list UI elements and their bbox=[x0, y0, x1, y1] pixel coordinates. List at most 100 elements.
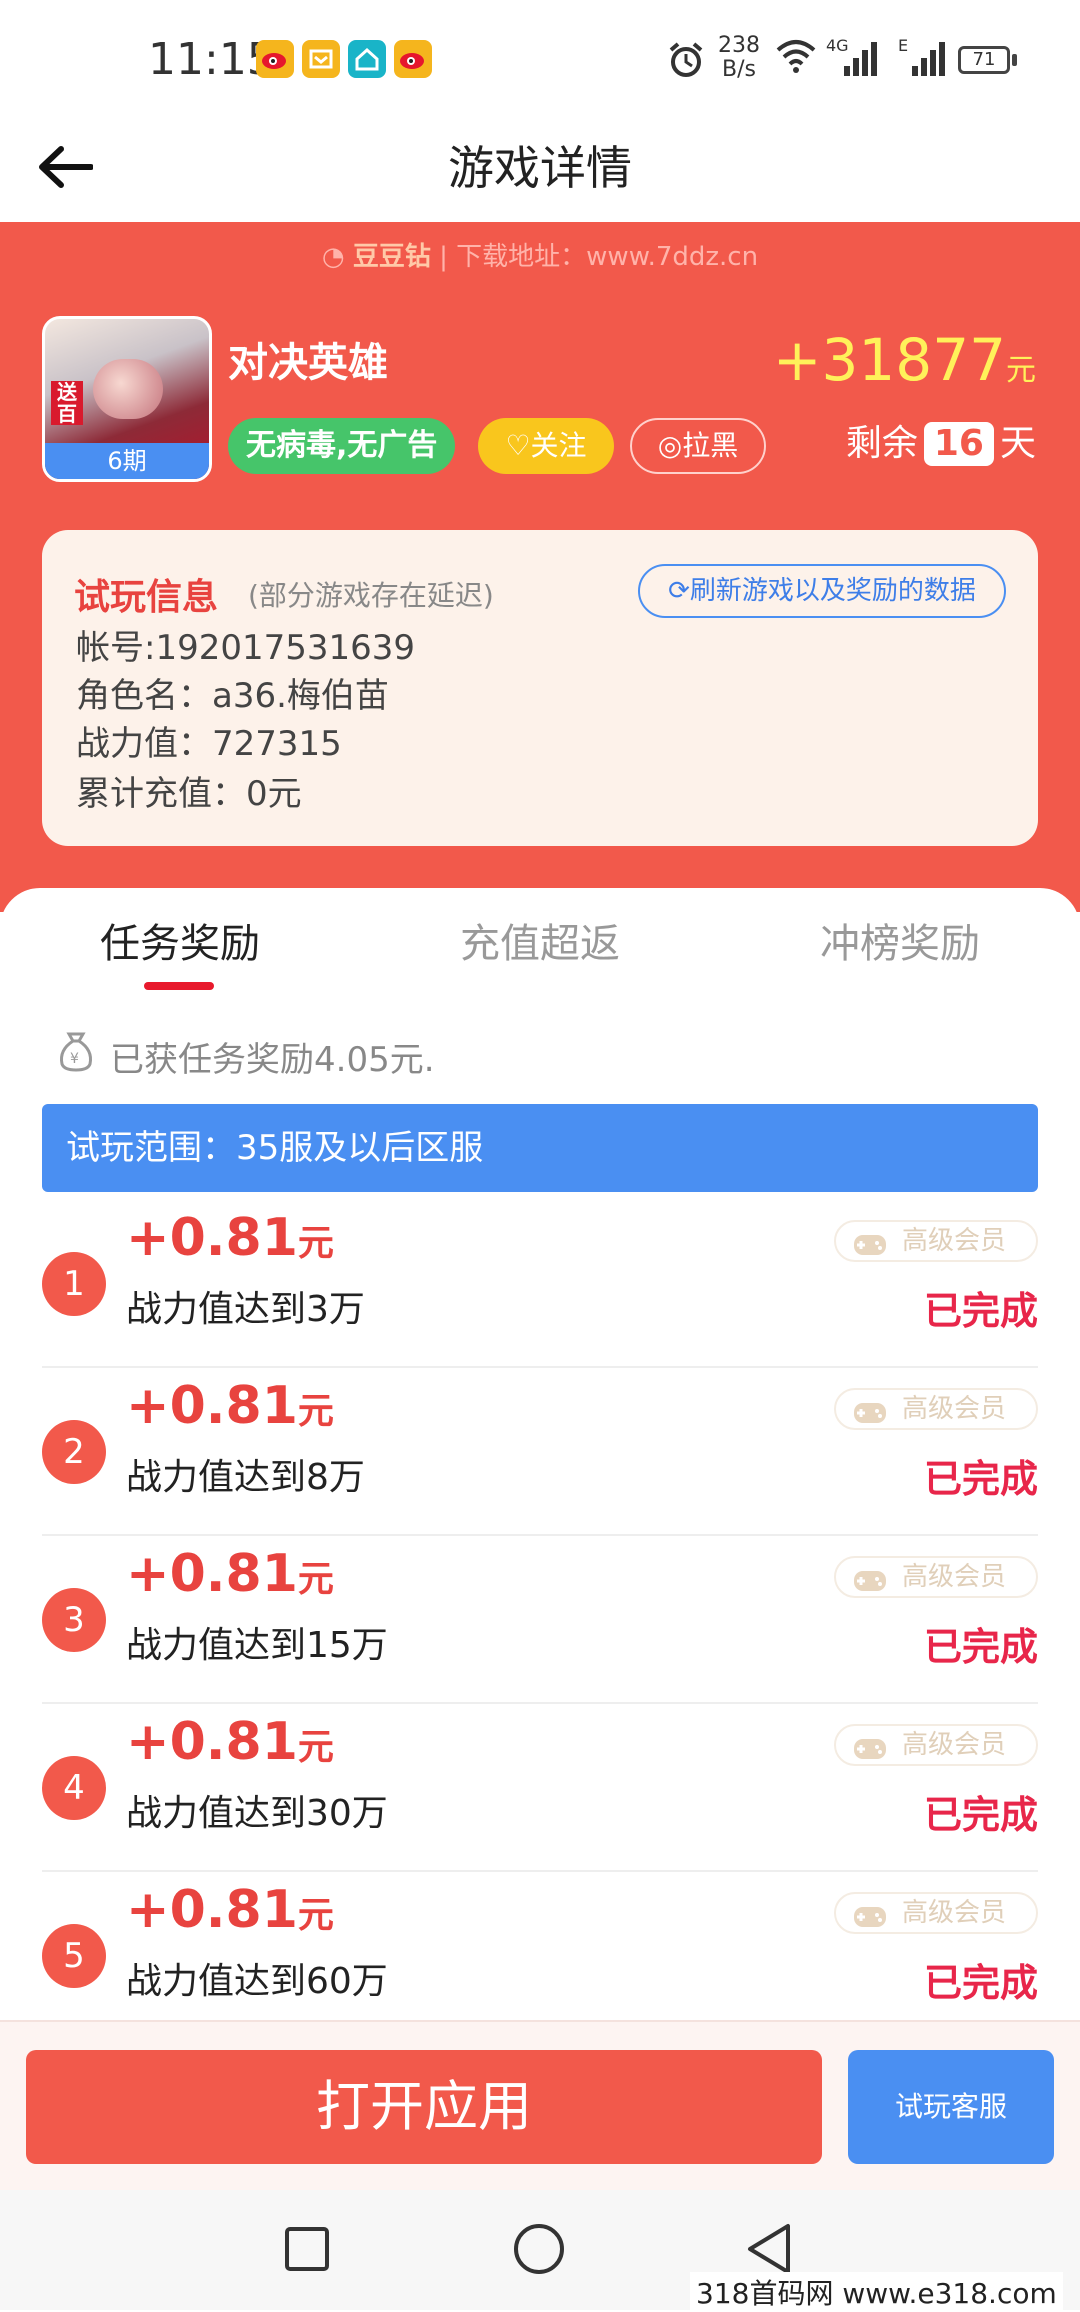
task-amount-unit: 元 bbox=[297, 1559, 334, 1600]
trial-info-note: (部分游戏存在延迟) bbox=[248, 579, 494, 612]
recents-button[interactable] bbox=[284, 2226, 330, 2276]
vip-badge: 高级会员 bbox=[834, 1388, 1038, 1430]
open-app-button[interactable]: 打开应用 bbox=[26, 2050, 822, 2164]
task-number: 3 bbox=[42, 1588, 106, 1652]
task-amount: +0.81元 bbox=[126, 1712, 334, 1772]
eye-off-icon: ◎ bbox=[657, 429, 683, 462]
trial-info-title: 试玩信息 bbox=[74, 577, 219, 618]
task-description: 战力值达到3万 bbox=[126, 1289, 365, 1330]
task-row: 1 +0.81元 战力值达到3万 高级会员 已完成 bbox=[42, 1200, 1038, 1368]
net-speed-value: 238 bbox=[718, 33, 760, 58]
task-amount: +0.81元 bbox=[126, 1376, 334, 1436]
wifi-icon bbox=[776, 38, 816, 78]
game-icon-art bbox=[93, 359, 163, 419]
task-row: 5 +0.81元 战力值达到60万 高级会员 已完成 bbox=[42, 1872, 1038, 2040]
site-watermark: 318首码网 www.e318.com bbox=[690, 2272, 1063, 2312]
safe-tag: 无病毒,无广告 bbox=[228, 418, 456, 474]
total-reward-amount: +31877 bbox=[772, 326, 1006, 394]
days-remaining: 剩余 16 天 bbox=[760, 416, 1036, 472]
brand-banner: ◔ 豆豆钻 | 下载地址：www.7ddz.cn bbox=[0, 236, 1080, 273]
battery-tip bbox=[1012, 54, 1017, 66]
vip-badge-label: 高级会员 bbox=[902, 1730, 1007, 1760]
total-reward-unit: 元 bbox=[1006, 353, 1036, 388]
weibo-notification-icon-2 bbox=[394, 40, 432, 78]
total-reward: +31877元 bbox=[700, 326, 1036, 394]
task-amount-value: +0.81 bbox=[126, 1544, 298, 1604]
vip-badge: 高级会员 bbox=[834, 1892, 1038, 1934]
game-name: 对决英雄 bbox=[228, 340, 388, 386]
net-speed-unit: B/s bbox=[722, 57, 756, 82]
task-description: 战力值达到8万 bbox=[126, 1457, 365, 1498]
power-line: 战力值：727315 bbox=[76, 724, 342, 764]
trial-scope-bar: 试玩范围：35服及以后区服 bbox=[42, 1104, 1038, 1192]
wallet-notification-icon bbox=[302, 40, 340, 78]
signal-4g-icon: 4G bbox=[826, 36, 882, 84]
signal-e-icon: E bbox=[898, 36, 954, 84]
money-bag-icon: ¥ bbox=[56, 1030, 96, 1076]
task-amount-value: +0.81 bbox=[126, 1712, 298, 1772]
vip-badge: 高级会员 bbox=[834, 1724, 1038, 1766]
task-amount-value: +0.81 bbox=[126, 1880, 298, 1940]
days-suffix: 天 bbox=[999, 423, 1036, 464]
alarm-icon bbox=[666, 40, 706, 84]
net-speed: 238 B/s bbox=[718, 34, 760, 82]
task-amount-unit: 元 bbox=[297, 1727, 334, 1768]
earned-reward-text: 已获任务奖励4.05元. bbox=[110, 1040, 435, 1080]
account-line: 帐号:192017531639 bbox=[76, 628, 416, 668]
days-value: 16 bbox=[923, 422, 994, 466]
recharge-line: 累计充值：0元 bbox=[76, 774, 302, 814]
game-period-badge: 6期 bbox=[45, 443, 209, 479]
days-prefix: 剩余 bbox=[845, 423, 918, 464]
task-description: 战力值达到60万 bbox=[126, 1961, 388, 2002]
brand-name: 豆豆钻 bbox=[352, 242, 431, 272]
task-row: 3 +0.81元 战力值达到15万 高级会员 已完成 bbox=[42, 1536, 1038, 1704]
battery-icon: 71 bbox=[958, 46, 1010, 74]
vip-badge-label: 高级会员 bbox=[902, 1394, 1007, 1424]
task-description: 战力值达到15万 bbox=[126, 1625, 388, 1666]
tab-rank-rewards[interactable]: 冲榜奖励 bbox=[720, 912, 1080, 976]
gamepad-icon bbox=[852, 1902, 888, 1940]
refresh-data-button[interactable]: ⟳刷新游戏以及奖励的数据 bbox=[638, 564, 1006, 618]
task-amount: +0.81元 bbox=[126, 1880, 334, 1940]
block-button[interactable]: ◎拉黑 bbox=[630, 418, 766, 474]
svg-text:¥: ¥ bbox=[70, 1051, 79, 1067]
vip-badge-label: 高级会员 bbox=[902, 1562, 1007, 1592]
gamepad-icon bbox=[852, 1398, 888, 1436]
task-number: 1 bbox=[42, 1252, 106, 1316]
square-icon bbox=[285, 2227, 329, 2271]
vip-badge-label: 高级会员 bbox=[902, 1898, 1007, 1928]
tab-recharge-rebate[interactable]: 充值超返 bbox=[360, 912, 720, 976]
heart-icon: ♡ bbox=[505, 429, 531, 462]
role-line: 角色名：a36.梅伯苗 bbox=[76, 676, 389, 716]
task-status: 已完成 bbox=[923, 1961, 1038, 2005]
task-row: 2 +0.81元 战力值达到8万 高级会员 已完成 bbox=[42, 1368, 1038, 1536]
task-status: 已完成 bbox=[923, 1793, 1038, 1837]
task-description: 战力值达到30万 bbox=[126, 1793, 388, 1834]
home-button[interactable] bbox=[512, 2222, 566, 2280]
banner-separator: | bbox=[439, 242, 448, 272]
vip-badge: 高级会员 bbox=[834, 1556, 1038, 1598]
task-status: 已完成 bbox=[923, 1625, 1038, 1669]
task-amount: +0.81元 bbox=[126, 1544, 334, 1604]
task-status: 已完成 bbox=[923, 1289, 1038, 1333]
gamepad-icon bbox=[852, 1734, 888, 1772]
task-number: 5 bbox=[42, 1924, 106, 1988]
tab-task-rewards[interactable]: 任务奖励 bbox=[0, 912, 360, 976]
download-url: 下载地址：www.7ddz.cn bbox=[456, 242, 759, 272]
follow-button[interactable]: ♡关注 bbox=[478, 418, 614, 474]
gamepad-icon bbox=[852, 1566, 888, 1604]
brand-logo-icon: ◔ bbox=[321, 242, 353, 272]
customer-service-button[interactable]: 试玩客服 bbox=[848, 2050, 1054, 2164]
task-number: 2 bbox=[42, 1420, 106, 1484]
game-icon-tag: 送百 bbox=[51, 381, 83, 425]
page-title: 游戏详情 bbox=[448, 141, 632, 195]
task-amount-unit: 元 bbox=[297, 1895, 334, 1936]
vip-badge: 高级会员 bbox=[834, 1220, 1038, 1262]
follow-label: 关注 bbox=[530, 429, 587, 462]
task-status: 已完成 bbox=[923, 1457, 1038, 1501]
refresh-icon: ⟳ bbox=[668, 576, 690, 606]
signal-e-label: E bbox=[898, 36, 909, 55]
circle-icon bbox=[514, 2224, 564, 2274]
game-icon: 送百 6期 bbox=[42, 316, 212, 482]
task-row: 4 +0.81元 战力值达到30万 高级会员 已完成 bbox=[42, 1704, 1038, 1872]
